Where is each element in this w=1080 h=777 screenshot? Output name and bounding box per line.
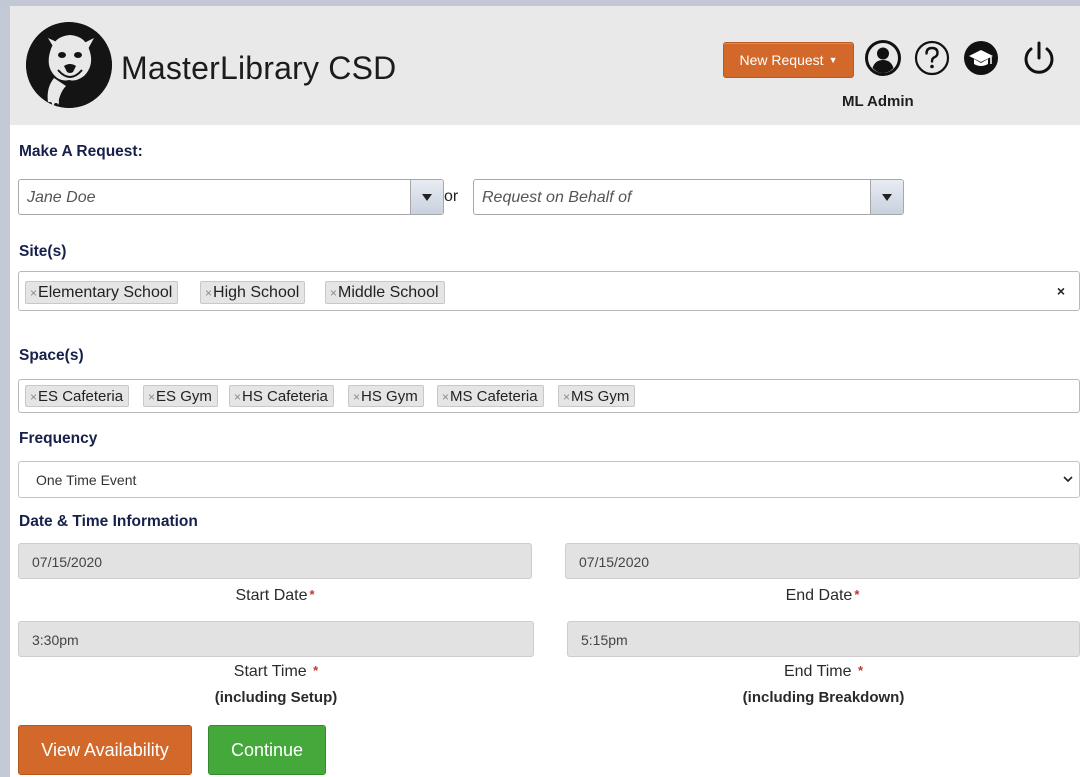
start-time-note-text: (including Setup) bbox=[214, 689, 338, 706]
remove-tag-icon[interactable]: × bbox=[30, 390, 37, 404]
space-tag[interactable]: ×HS Cafeteria bbox=[229, 385, 334, 407]
end-date-value: 07/15/2020 bbox=[579, 554, 650, 570]
end-time-label-text: End Time bbox=[783, 663, 852, 680]
remove-tag-icon[interactable]: × bbox=[353, 390, 360, 404]
required-mark: * bbox=[854, 587, 860, 602]
left-border bbox=[0, 6, 10, 777]
sites-heading: Site(s) bbox=[19, 243, 67, 260]
start-date-value: 07/15/2020 bbox=[32, 554, 103, 570]
start-date-label-text: Start Date bbox=[235, 587, 308, 604]
panther-logo[interactable] bbox=[26, 22, 112, 108]
remove-tag-icon[interactable]: × bbox=[205, 286, 212, 300]
app-title: MasterLibrary CSD bbox=[121, 50, 397, 86]
tag-label: ES Gym bbox=[156, 388, 212, 405]
view-availability-button[interactable]: View Availability bbox=[18, 725, 192, 775]
user-circle-icon[interactable] bbox=[864, 39, 902, 77]
tag-label: ES Cafeteria bbox=[38, 388, 124, 405]
start-time-note: (including Setup) bbox=[18, 689, 534, 706]
chevron-down-icon bbox=[1063, 476, 1073, 483]
requester-value: Jane Doe bbox=[27, 189, 96, 206]
app-header: MasterLibrary CSD New Request ▼ ML Admin bbox=[10, 6, 1080, 125]
remove-tag-icon[interactable]: × bbox=[30, 286, 37, 300]
start-time-value: 3:30pm bbox=[32, 632, 79, 648]
remove-tag-icon[interactable]: × bbox=[234, 390, 241, 404]
tag-label: HS Cafeteria bbox=[242, 388, 328, 405]
power-icon[interactable] bbox=[1020, 39, 1058, 77]
required-mark: * bbox=[313, 663, 319, 678]
end-time-label: End Time * bbox=[567, 663, 1080, 681]
continue-button[interactable]: Continue bbox=[208, 725, 326, 775]
behalf-combobox[interactable]: Request on Behalf of bbox=[473, 179, 904, 215]
sites-multiselect[interactable]: ×Elementary School ×High School ×Middle … bbox=[18, 271, 1080, 311]
tag-label: MS Cafeteria bbox=[450, 388, 538, 405]
spaces-heading: Space(s) bbox=[19, 347, 84, 364]
frequency-value: One Time Event bbox=[36, 472, 137, 488]
remove-tag-icon[interactable]: × bbox=[330, 286, 337, 300]
site-tag[interactable]: ×High School bbox=[200, 281, 306, 304]
start-time-label: Start Time * bbox=[18, 663, 534, 681]
start-date-field[interactable]: 07/15/2020 bbox=[18, 543, 532, 579]
user-name-label: ML Admin bbox=[842, 93, 914, 110]
start-date-label: Start Date * bbox=[18, 587, 532, 605]
required-mark: * bbox=[857, 663, 864, 678]
end-time-value: 5:15pm bbox=[581, 632, 628, 648]
frequency-select[interactable]: One Time Event bbox=[18, 461, 1080, 498]
end-date-field[interactable]: 07/15/2020 bbox=[565, 543, 1080, 579]
end-time-note: (including Breakdown) bbox=[567, 689, 1080, 706]
request-form: Make A Request: Jane Doe or Request on B… bbox=[10, 125, 1080, 777]
end-time-field[interactable]: 5:15pm bbox=[567, 621, 1080, 657]
end-date-label: End Date * bbox=[565, 587, 1080, 605]
site-tag[interactable]: ×Middle School bbox=[325, 281, 445, 304]
end-time-note-text: (including Breakdown) bbox=[742, 689, 905, 706]
remove-tag-icon[interactable]: × bbox=[563, 390, 570, 404]
remove-tag-icon[interactable]: × bbox=[442, 390, 449, 404]
make-request-heading: Make A Request: bbox=[19, 143, 143, 160]
or-label: or bbox=[444, 188, 459, 205]
caret-down-icon: ▼ bbox=[828, 55, 838, 65]
requester-combobox[interactable]: Jane Doe bbox=[18, 179, 444, 215]
tag-label: Middle School bbox=[338, 284, 439, 301]
behalf-placeholder: Request on Behalf of bbox=[482, 189, 632, 206]
panther-logo-graphic bbox=[26, 22, 112, 108]
app-window: MasterLibrary CSD New Request ▼ ML Admin… bbox=[0, 0, 1080, 777]
dropdown-arrow-icon[interactable] bbox=[410, 180, 443, 214]
tag-label: HS Gym bbox=[361, 388, 418, 405]
start-time-label-text: Start Time bbox=[233, 663, 307, 680]
space-tag[interactable]: ×HS Gym bbox=[348, 385, 424, 407]
space-tag[interactable]: ×ES Gym bbox=[143, 385, 218, 407]
datetime-heading: Date & Time Information bbox=[19, 513, 198, 530]
tag-label: High School bbox=[213, 284, 300, 301]
space-tag[interactable]: ×MS Cafeteria bbox=[437, 385, 544, 407]
space-tag[interactable]: ×ES Cafeteria bbox=[25, 385, 130, 407]
tag-label: Elementary School bbox=[38, 284, 173, 301]
space-tag[interactable]: ×MS Gym bbox=[558, 385, 636, 407]
required-mark: * bbox=[309, 587, 315, 602]
spaces-multiselect[interactable]: ×ES Cafeteria ×ES Gym ×HS Cafeteria ×HS … bbox=[18, 379, 1080, 413]
clear-all-icon[interactable]: × bbox=[1057, 283, 1065, 299]
dropdown-arrow-icon[interactable] bbox=[870, 180, 903, 214]
new-request-button[interactable]: New Request ▼ bbox=[723, 42, 854, 78]
site-tag[interactable]: ×Elementary School bbox=[25, 281, 179, 304]
start-time-field[interactable]: 3:30pm bbox=[18, 621, 534, 657]
graduation-cap-icon[interactable] bbox=[962, 39, 1000, 77]
frequency-heading: Frequency bbox=[19, 430, 98, 447]
remove-tag-icon[interactable]: × bbox=[148, 390, 155, 404]
new-request-label: New Request bbox=[739, 52, 824, 68]
end-date-label-text: End Date bbox=[785, 587, 853, 604]
tag-label: MS Gym bbox=[571, 388, 630, 405]
help-icon[interactable] bbox=[913, 39, 951, 77]
